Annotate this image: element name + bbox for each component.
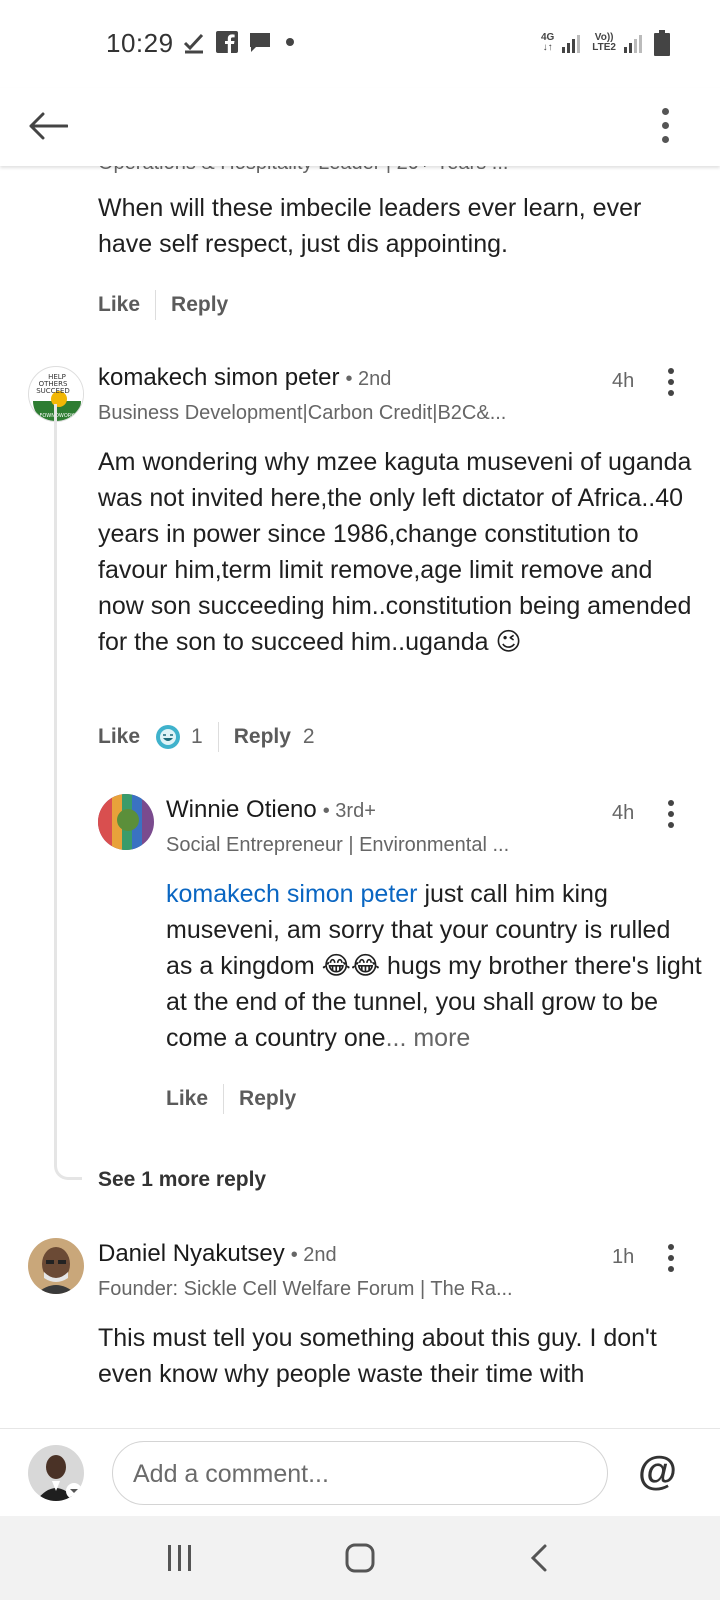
status-time: 10:29 [106,28,174,58]
volte-bottom-text: LTE2 [592,42,616,53]
comment-composer: Add a comment... @ [0,1428,720,1516]
like-button[interactable]: Like [166,1087,208,1111]
reply-text: komakech simon peter just call him king … [166,876,702,1056]
winnie-avatar-image [98,794,154,850]
comment-input[interactable]: Add a comment... [112,1441,608,1505]
comment-text: This must tell you something about this … [98,1324,657,1388]
recents-icon[interactable] [165,1543,195,1573]
reply-time: 4h [612,802,635,824]
comment-actions: Like 1 Reply 2 [98,722,315,752]
connection-degree: • 2nd [290,1244,337,1266]
facebook-icon [216,31,238,53]
comment-time: 1h [612,1246,635,1268]
back-button[interactable] [26,104,70,148]
author-name[interactable]: komakech simon peter [98,364,339,392]
mention-button[interactable]: @ [638,1449,677,1494]
thread-connector [54,404,82,1180]
like-button[interactable]: Like [98,725,140,749]
network-4g-label: 4G ↓↑ [541,33,554,53]
comment-text: When will these imbecile leaders ever le… [98,194,642,258]
reply-actions: Like Reply [166,1084,296,1114]
more-vertical-icon [661,107,669,115]
like-button[interactable]: Like [98,293,140,317]
comment-text: Am wondering why mzee kaguta museveni of… [98,448,692,656]
battery-icon [654,30,670,56]
arrow-left-icon [29,112,68,140]
author-line: Daniel Nyakutsey • 2nd [98,1240,337,1268]
system-icons: 4G ↓↑ Vo)) LTE2 [541,30,670,56]
comment-time: 4h [612,370,635,392]
reply-button[interactable]: Reply [171,293,228,317]
more-dot [668,822,674,828]
signal-icon-2 [624,35,642,53]
top-app-bar [0,88,720,166]
see-more-link[interactable]: ... more [386,1024,471,1052]
reply-button[interactable]: Reply [234,725,291,749]
avatar[interactable] [98,794,154,850]
current-user-avatar[interactable] [28,1445,84,1501]
reaction-count[interactable]: 1 [191,725,203,749]
message-icon [250,33,270,52]
checkmark-icon [183,33,204,54]
divider [155,290,157,320]
svg-text:SUCCEED: SUCCEED [36,387,70,395]
more-options-button[interactable] [650,100,680,150]
author-name[interactable]: Winnie Otieno [166,796,317,824]
more-vertical-icon [668,368,674,374]
see-more-replies-link[interactable]: See 1 more reply [98,1168,266,1192]
system-nav-bar [0,1516,720,1600]
mention-link[interactable]: komakech simon peter [166,880,418,908]
chevron-left-icon[interactable] [525,1543,555,1573]
avatar[interactable] [28,1238,84,1294]
comments-feed[interactable]: Operations & Hospitality Leader | 20+ Ye… [0,150,720,1428]
dot-icon [286,38,294,46]
connection-degree: • 3rd+ [322,800,376,822]
comment-options-button[interactable] [661,364,681,400]
more-dot [668,1255,674,1261]
connection-degree: • 2nd [345,368,392,390]
status-bar: 10:29 4G ↓↑ Vo)) LTE2 [0,0,720,88]
reply-options-button[interactable] [661,796,681,832]
author-headline: Founder: Sickle Cell Welfare Forum | The… [98,1278,513,1300]
more-vertical-icon [668,1244,674,1250]
home-icon[interactable] [344,1542,376,1574]
more-dot [661,121,669,129]
divider [223,1084,225,1114]
daniel-avatar-image [28,1238,84,1294]
more-dot [668,379,674,385]
reply-button[interactable]: Reply [239,1087,296,1111]
author-line: komakech simon peter • 2nd [98,364,391,392]
funny-reaction-icon [156,725,181,749]
comment-options-button[interactable] [661,1240,681,1276]
signal-icon [562,35,581,53]
reply-count: 2 [302,725,315,748]
more-vertical-icon [668,800,674,806]
more-dot [668,390,674,396]
more-dot [661,135,669,143]
volte-label: Vo)) LTE2 [592,33,616,53]
author-line: Winnie Otieno • 3rd+ [166,796,376,824]
data-arrows-icon: ↓↑ [542,42,553,53]
author-headline: Social Entrepreneur | Environmental ... [166,834,510,856]
user-avatar-image [28,1445,84,1501]
author-name[interactable]: Daniel Nyakutsey [98,1240,285,1268]
divider [217,722,219,752]
comment-actions: Like Reply [98,290,228,320]
more-dot [668,811,674,817]
more-dot [668,1266,674,1272]
notification-icons [182,30,294,54]
author-headline: Business Development|Carbon Credit|B2C&.… [98,402,507,424]
